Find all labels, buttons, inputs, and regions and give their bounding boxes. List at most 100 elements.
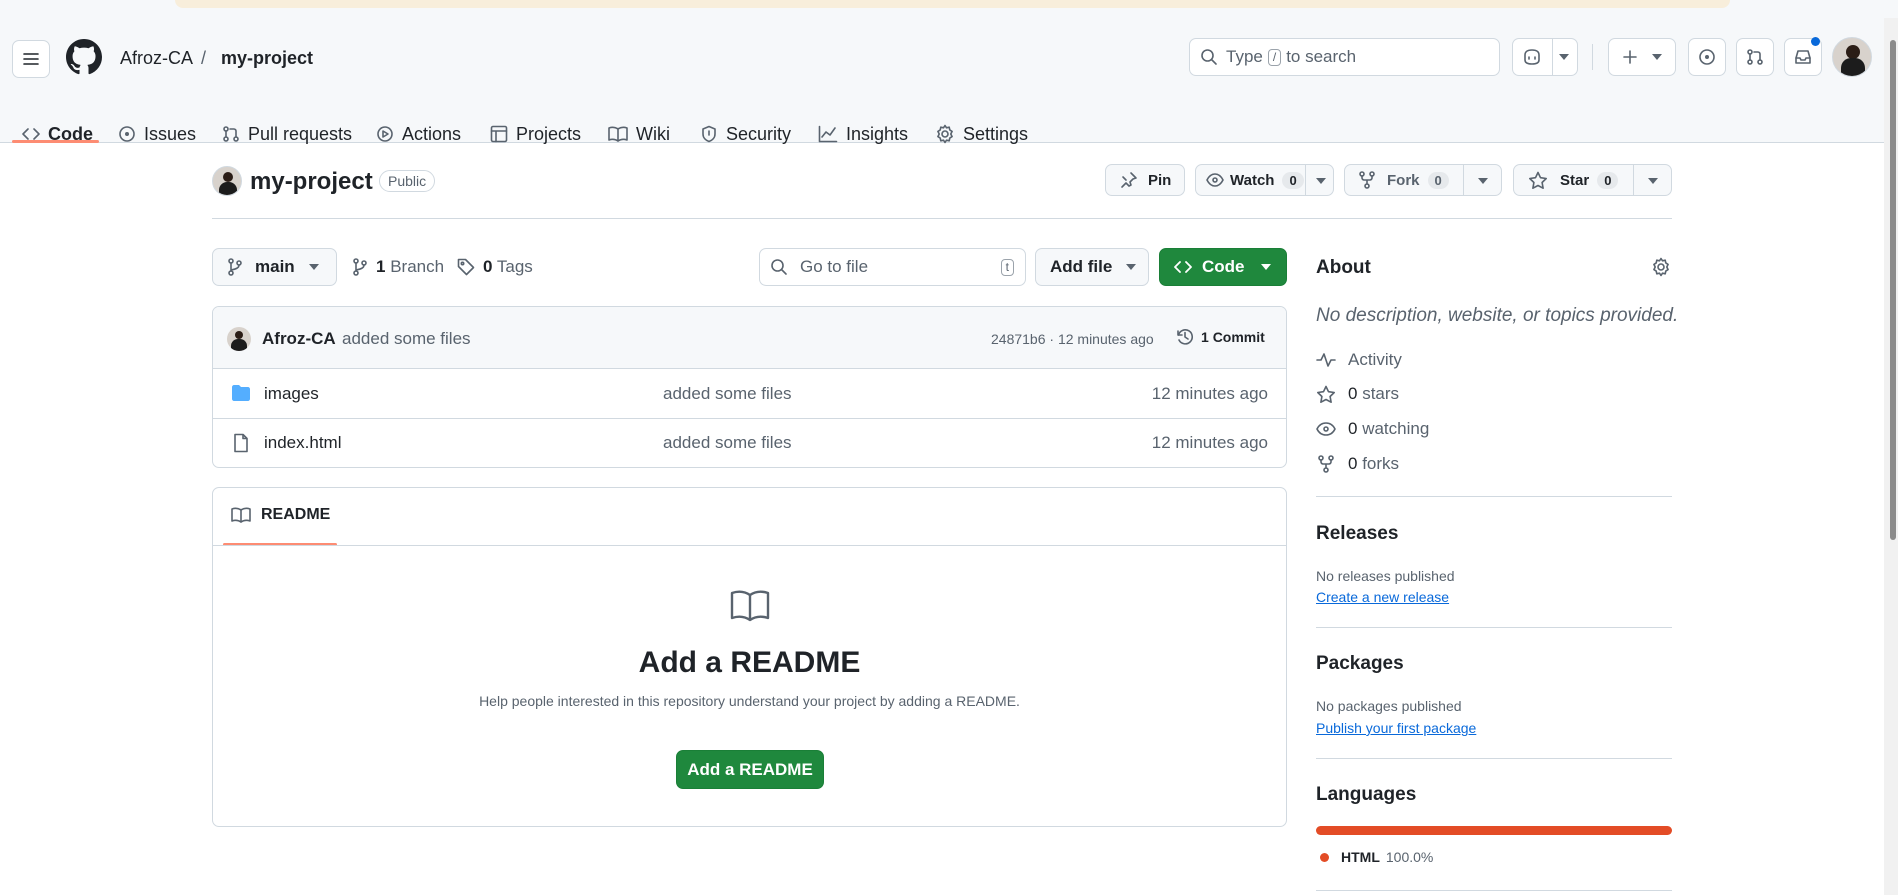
go-to-file-shortcut: t [1000,258,1014,276]
pin-label: Pin [1148,171,1172,189]
language-dot [1320,852,1329,862]
about-heading: About [1316,257,1371,278]
file-row[interactable]: index.html added some files 12 minutes a… [213,418,1286,467]
commit-hash-time[interactable]: 24871b6 · 12 minutes ago [991,331,1154,347]
tab-actions[interactable]: Actions [376,121,461,147]
commit-author[interactable]: Afroz-CA [262,329,336,349]
file-name[interactable]: index.html [264,433,341,453]
go-to-file-input[interactable]: Go to file t [759,248,1026,286]
breadcrumb-owner[interactable]: Afroz-CA [120,47,193,69]
chevron-down-icon [1652,54,1662,60]
branch-selector[interactable]: main [212,248,337,286]
languages-heading: Languages [1316,784,1417,805]
pull-request-icon [223,126,239,142]
fork-button[interactable]: Fork 0 [1344,164,1502,196]
file-commit-message[interactable]: added some files [663,384,792,404]
activity-label: Activity [1348,350,1402,369]
tab-actions-label: Actions [402,123,462,144]
file-commit-message[interactable]: added some files [663,433,792,453]
gear-icon [937,124,953,144]
branch-icon [353,258,367,276]
repo-name[interactable]: my-project [250,168,373,196]
issues-button[interactable] [1688,38,1726,76]
commit-message[interactable]: added some files [342,329,471,349]
notification-dot [1811,37,1820,46]
book-icon [608,126,628,142]
chevron-down-icon[interactable] [1648,178,1658,184]
tab-issues[interactable]: Issues [118,121,196,147]
scrollbar-thumb[interactable] [1890,40,1896,540]
readme-tab[interactable]: README [231,506,330,524]
releases-status: No releases published [1316,568,1455,584]
commits-label: Commit [1212,329,1265,345]
table-icon [490,125,508,143]
chevron-down-icon[interactable] [1478,178,1488,184]
releases-heading[interactable]: Releases [1316,523,1398,545]
about-description: No description, website, or topics provi… [1316,305,1679,326]
tab-issues-label: Issues [144,123,197,144]
tab-code[interactable]: Code [22,121,93,147]
fork-count: 0 [1427,171,1449,189]
watch-button[interactable]: Watch 0 [1195,164,1334,196]
tab-wiki[interactable]: Wiki [608,121,670,147]
tab-pull-requests[interactable]: Pull requests [222,121,352,147]
pull-requests-button[interactable] [1736,38,1774,76]
branches-link[interactable]: 1 Branch [352,257,444,277]
activity-link[interactable]: Activity [1316,350,1402,370]
search-icon [1201,49,1217,65]
breadcrumb-separator: / [201,48,207,68]
readme-empty-description: Help people interested in this repositor… [479,693,1020,709]
tags-link[interactable]: 0 Tags [457,257,533,277]
book-icon [231,507,251,523]
file-list: Afroz-CA added some files 24871b6 · 12 m… [212,306,1287,468]
pin-button[interactable]: Pin [1105,164,1185,196]
sidebar-divider [1316,890,1672,891]
global-header: Afroz-CA / my-project Type / to search C… [0,18,1898,144]
chevron-down-icon [1260,264,1271,270]
create-new-button[interactable] [1608,38,1676,76]
copilot-button[interactable] [1512,38,1578,76]
hamburger-menu-button[interactable] [12,40,50,78]
header-divider [1592,44,1593,70]
chevron-down-icon[interactable] [1316,178,1326,184]
github-logo-icon[interactable] [66,39,102,75]
stars-link[interactable]: 0 stars [1316,384,1399,404]
repo-owner-avatar[interactable] [212,166,242,196]
global-search-input[interactable]: Type / to search [1189,38,1500,76]
search-suffix: to search [1286,47,1357,66]
commits-link[interactable]: 1 Commit [1175,327,1265,347]
file-name[interactable]: images [264,384,319,404]
hamburger-icon [23,53,39,65]
tab-security[interactable]: Security [700,121,791,147]
avatar[interactable] [1832,37,1872,77]
file-row[interactable]: images added some files 12 minutes ago [213,369,1286,418]
watching-link[interactable]: 0 watching [1316,419,1429,439]
language-bar-segment-html [1316,826,1672,835]
tab-insights-label: Insights [846,123,909,144]
code-button[interactable]: Code [1159,248,1287,286]
tab-insights[interactable]: Insights [818,121,908,147]
language-item-html[interactable]: HTML 100.0% [1320,849,1433,865]
branches-label: Branch [390,257,445,276]
search-icon [771,259,787,275]
tab-settings[interactable]: Settings [935,121,1028,147]
gear-icon[interactable] [1651,257,1671,277]
browser-notice-strip [175,0,1730,8]
watching-count: 0 [1348,419,1358,438]
eye-icon [1316,422,1336,436]
tab-projects[interactable]: Projects [490,121,581,147]
file-updated-time: 12 minutes ago [1151,433,1268,452]
forks-link[interactable]: 0 forks [1316,454,1399,474]
title-divider [212,218,1672,219]
star-button[interactable]: Star 0 [1513,164,1672,196]
chevron-down-icon [308,264,319,270]
create-release-link[interactable]: Create a new release [1316,589,1449,605]
search-prefix: Type [1226,47,1263,66]
publish-package-link[interactable]: Publish your first package [1316,720,1476,736]
sidebar-divider [1316,627,1672,628]
add-file-button[interactable]: Add file [1035,248,1149,286]
packages-heading[interactable]: Packages [1316,653,1404,675]
commit-author-avatar[interactable] [227,327,251,351]
breadcrumb-repo[interactable]: my-project [221,47,313,69]
add-readme-button[interactable]: Add a README [676,750,824,789]
